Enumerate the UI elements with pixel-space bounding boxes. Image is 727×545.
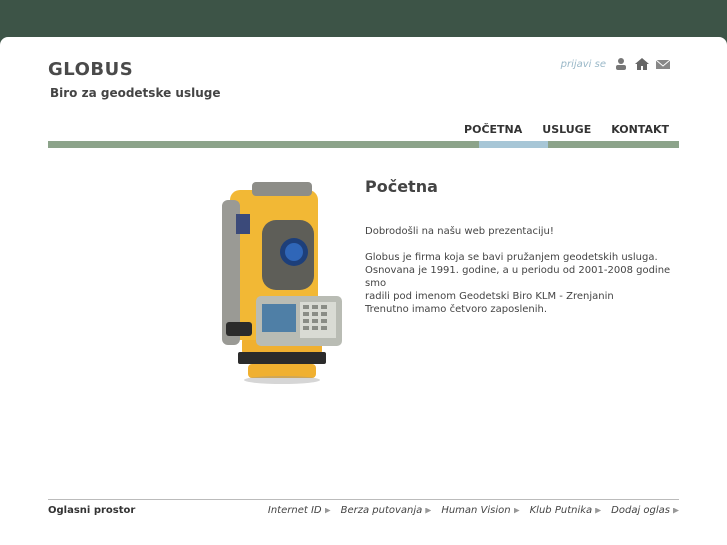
footer-link-human-vision[interactable]: Human Vision	[441, 505, 520, 516]
footer-link-label: Internet ID	[267, 505, 322, 516]
user-icon[interactable]	[613, 57, 629, 71]
about-line-1: Globus je firma koja se bavi pružanjem g…	[365, 252, 658, 263]
nav-active-indicator	[479, 141, 548, 148]
footer-link-berza-putovanja[interactable]: Berza putovanja	[341, 505, 432, 516]
footer-link-label: Dodaj oglas	[611, 505, 670, 516]
top-links: prijavi se	[561, 57, 671, 71]
arrow-icon	[673, 507, 679, 514]
footer-link-label: Berza putovanja	[340, 505, 423, 516]
nav-item-usluge[interactable]: USLUGE	[532, 123, 601, 141]
arrow-icon	[324, 507, 331, 514]
arrow-icon	[425, 507, 432, 514]
main-nav: POČETNA USLUGE KONTAKT	[454, 123, 679, 141]
home-icon[interactable]	[634, 57, 650, 71]
nav-item-pocetna[interactable]: POČETNA	[454, 123, 532, 141]
content-body: Dobrodošli na našu web prezentaciju! Glo…	[365, 225, 685, 316]
site-subtitle: Biro za geodetske usluge	[50, 86, 221, 100]
footer-divider	[48, 499, 679, 500]
footer-link-label: Human Vision	[441, 505, 511, 516]
nav-item-kontakt[interactable]: KONTAKT	[601, 123, 679, 141]
footer-links: Internet ID Berza putovanja Human Vision…	[268, 505, 679, 516]
footer-label: Oglasni prostor	[48, 505, 136, 516]
about-line-3: radili pod imenom Geodetski Biro KLM - Z…	[365, 291, 614, 302]
login-link[interactable]: prijavi se	[561, 59, 606, 70]
about-line-2: Osnovana je 1991. godine, a u periodu od…	[365, 265, 671, 289]
arrow-icon	[513, 507, 520, 514]
nav-bar	[48, 141, 679, 148]
footer-link-internet-id[interactable]: Internet ID	[268, 505, 331, 516]
mail-icon[interactable]	[655, 57, 671, 71]
welcome-text: Dobrodošli na našu web prezentaciju!	[365, 226, 554, 237]
page-title: Početna	[365, 177, 438, 196]
footer-link-dodaj-oglas[interactable]: Dodaj oglas	[611, 505, 679, 516]
footer-link-label: Klub Putnika	[529, 505, 593, 516]
about-line-4: Trenutno imamo četvoro zaposlenih.	[365, 304, 548, 315]
arrow-icon	[595, 507, 602, 514]
total-station-image	[222, 182, 342, 384]
page-container: GLOBUS Biro za geodetske usluge prijavi …	[0, 37, 727, 545]
site-title[interactable]: GLOBUS	[48, 59, 133, 80]
footer-link-klub-putnika[interactable]: Klub Putnika	[530, 505, 602, 516]
